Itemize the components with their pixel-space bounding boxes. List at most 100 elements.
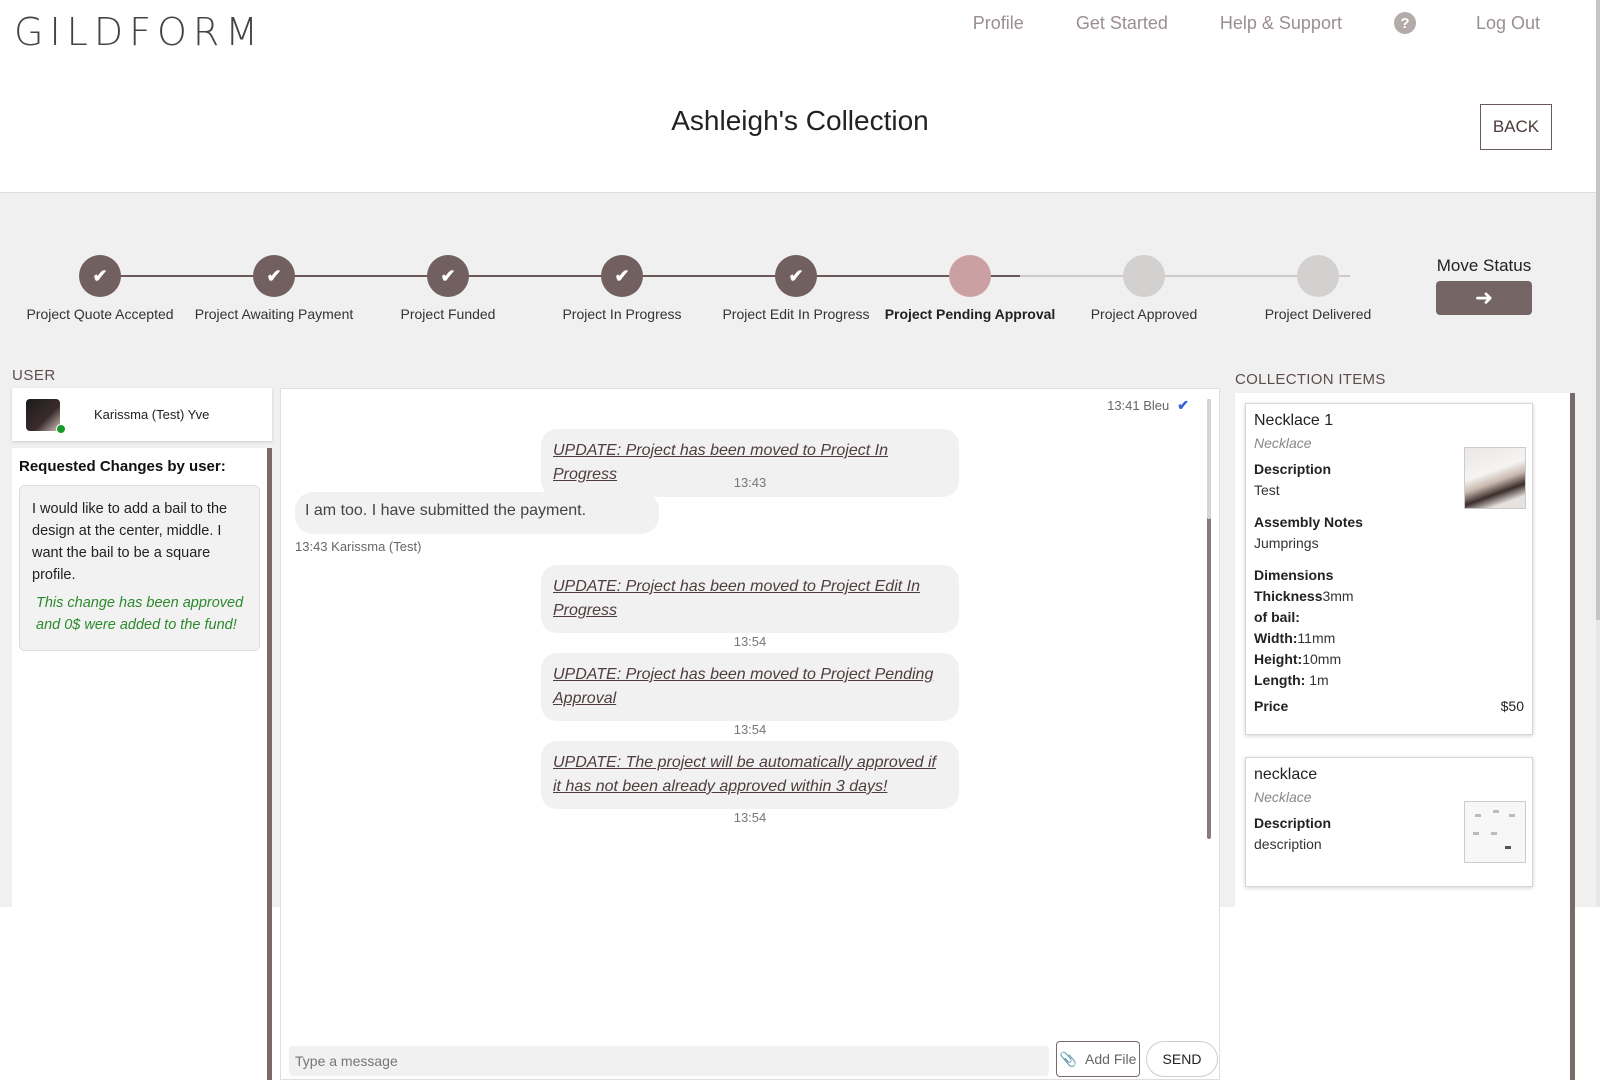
move-status-label: Move Status	[1436, 256, 1532, 275]
step-funded: ✔ Project Funded	[358, 255, 538, 322]
paperclip-icon: 📎	[1059, 1050, 1078, 1067]
check-icon: ✔	[79, 255, 121, 297]
nav-get-started[interactable]: Get Started	[1076, 13, 1168, 34]
current-step-dot	[949, 255, 991, 297]
pending-step-dot	[1123, 255, 1165, 297]
move-status: Move Status ➜	[1434, 256, 1534, 315]
check-icon: ✔	[253, 255, 295, 297]
assembly-notes-value: Jumprings	[1254, 535, 1319, 551]
change-request-card: I would like to add a bail to the design…	[19, 485, 260, 651]
check-icon: ✔	[775, 255, 817, 297]
nav-profile[interactable]: Profile	[973, 13, 1024, 34]
message-meta: 13:41 Bleu ✔	[1107, 397, 1189, 414]
chat-panel: 13:41 Bleu ✔ UPDATE: Project has been mo…	[280, 388, 1220, 1080]
arrow-right-icon: ➜	[1474, 285, 1494, 310]
thickness-value: 3mm	[1322, 588, 1354, 604]
height-row: Height:10mm	[1254, 651, 1524, 667]
page-scrollbar[interactable]	[1596, 0, 1600, 907]
nav-log-out[interactable]: Log Out	[1476, 13, 1540, 34]
page-scrollbar-thumb[interactable]	[1596, 0, 1600, 620]
length-label: Length:	[1254, 672, 1306, 688]
thickness-row: Thickness3mm	[1254, 588, 1524, 604]
message-time: 13:54	[733, 722, 767, 737]
step-label: Project In Progress	[562, 306, 682, 322]
message-composer: 📎 Add File SEND	[289, 1041, 1218, 1077]
double-check-icon: ✔	[1177, 397, 1189, 413]
item-thumbnail[interactable]	[1464, 801, 1526, 863]
step-awaiting-payment: ✔ Project Awaiting Payment	[184, 255, 364, 322]
user-name: Karissma (Test) Yve	[94, 407, 210, 422]
thickness-label: Thickness	[1254, 588, 1323, 604]
requested-changes-title: Requested Changes by user:	[19, 458, 226, 475]
page-title: Ashleigh's Collection	[671, 105, 929, 136]
pending-step-dot	[1297, 255, 1339, 297]
of-bail-row: of bail:	[1254, 609, 1524, 625]
length-value: 1m	[1305, 672, 1329, 688]
nav-help-support[interactable]: Help & Support	[1220, 13, 1342, 34]
status-stepper: ✔ Project Quote Accepted ✔ Project Await…	[26, 255, 1410, 335]
message-time: 13:43	[733, 475, 767, 490]
collection-item-card[interactable]: necklace Necklace Description descriptio…	[1245, 757, 1533, 887]
collection-panel: Necklace 1 Necklace Description Test Ass…	[1235, 393, 1575, 1080]
step-label: Project Approved	[1090, 306, 1198, 322]
width-value: 11mm	[1297, 630, 1336, 646]
user-message: I am too. I have submitted the payment.	[295, 492, 659, 534]
step-label: Project Awaiting Payment	[194, 306, 354, 322]
height-value: 10mm	[1302, 651, 1342, 667]
move-status-button[interactable]: ➜	[1436, 281, 1532, 315]
add-file-label: Add File	[1085, 1051, 1137, 1067]
check-icon: ✔	[427, 255, 469, 297]
price-row: Price $50	[1254, 698, 1524, 714]
system-message[interactable]: UPDATE: The project will be automaticall…	[541, 741, 959, 809]
change-approved-note: This change has been approved and 0$ wer…	[36, 595, 244, 633]
collection-item-card[interactable]: Necklace 1 Necklace Description Test Ass…	[1245, 403, 1533, 735]
item-thumbnail[interactable]	[1464, 447, 1526, 509]
width-label: Width:	[1254, 630, 1298, 646]
project-main: ✔ Project Quote Accepted ✔ Project Await…	[0, 192, 1596, 1080]
question-icon[interactable]: ?	[1393, 12, 1416, 34]
step-approved: Project Approved	[1054, 255, 1234, 322]
step-label: Project Quote Accepted	[26, 306, 174, 322]
message-time: 13:54	[733, 634, 767, 649]
item-title: Necklace 1	[1254, 412, 1334, 429]
back-button[interactable]: BACK	[1480, 104, 1552, 150]
price-label: Price	[1254, 698, 1289, 714]
user-heading: USER	[12, 367, 56, 384]
step-pending-approval: Project Pending Approval	[880, 255, 1060, 322]
check-icon: ✔	[601, 255, 643, 297]
width-row: Width:11mm	[1254, 630, 1524, 646]
price-value: $50	[1500, 698, 1524, 714]
chat-scrollbar-track	[1207, 399, 1211, 519]
item-title: necklace	[1254, 766, 1318, 783]
top-bar: GILDFORM Profile Get Started Help & Supp…	[0, 0, 1600, 190]
user-card[interactable]: Karissma (Test) Yve	[12, 388, 272, 441]
step-label: Project Delivered	[1264, 306, 1372, 322]
gildform-logo[interactable]: GILDFORM	[14, 10, 264, 54]
avatar	[26, 398, 66, 434]
collection-heading: COLLECTION ITEMS	[1235, 371, 1386, 388]
of-bail-label: of bail:	[1254, 609, 1300, 625]
step-edit-in-progress: ✔ Project Edit In Progress	[706, 255, 886, 322]
step-label: Project Pending Approval	[884, 306, 1056, 322]
system-message[interactable]: UPDATE: Project has been moved to Projec…	[541, 653, 959, 721]
step-quote-accepted: ✔ Project Quote Accepted	[10, 255, 190, 322]
step-delivered: Project Delivered	[1228, 255, 1408, 322]
height-label: Height:	[1254, 651, 1303, 667]
online-status-dot	[56, 423, 66, 434]
main-nav: Profile Get Started Help & Support ? Log…	[921, 12, 1540, 34]
assembly-notes-label: Assembly Notes	[1254, 514, 1363, 530]
message-time-sender: 13:41 Bleu	[1107, 398, 1170, 413]
step-in-progress: ✔ Project In Progress	[532, 255, 712, 322]
send-button[interactable]: SEND	[1146, 1041, 1218, 1077]
message-time: 13:54	[733, 810, 767, 825]
dimensions-label: Dimensions	[1254, 567, 1334, 583]
length-row: Length: 1m	[1254, 672, 1524, 688]
add-file-button[interactable]: 📎 Add File	[1056, 1041, 1140, 1077]
requested-changes-panel: Requested Changes by user: I would like …	[12, 448, 272, 1080]
user-message-meta: 13:43 Karissma (Test)	[295, 539, 422, 554]
step-label: Project Funded	[400, 306, 496, 322]
system-message[interactable]: UPDATE: Project has been moved to Projec…	[541, 565, 959, 633]
message-input[interactable]	[289, 1046, 1049, 1076]
change-request-text: I would like to add a bail to the design…	[32, 501, 228, 583]
step-label: Project Edit In Progress	[722, 306, 870, 322]
